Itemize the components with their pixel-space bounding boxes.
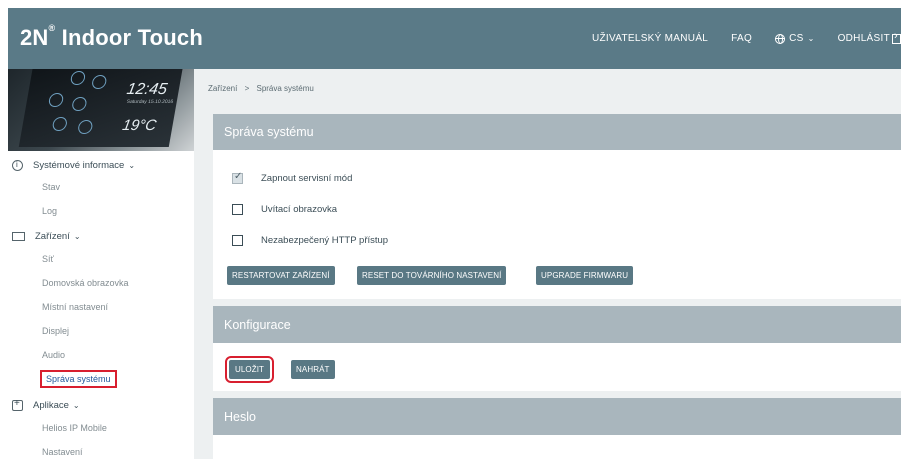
globe-icon xyxy=(775,33,786,44)
checkbox-label: Uvítací obrazovka xyxy=(261,204,338,215)
device-date: Saturday 15.10.2016 xyxy=(126,99,174,105)
device-app-icon xyxy=(51,117,69,131)
device-app-icon xyxy=(47,93,65,107)
card-title: Heslo xyxy=(224,409,256,424)
sidebar-item-system-management[interactable]: Správa systému xyxy=(40,370,117,388)
device-icon xyxy=(12,231,25,241)
sidebar-item-app-settings[interactable]: Nastavení xyxy=(42,447,83,457)
nav-user-manual[interactable]: UŽIVATELSKÝ MANUÁL xyxy=(592,33,708,44)
device-app-icon xyxy=(69,71,87,85)
password-card: Heslo xyxy=(213,398,901,459)
breadcrumb-bar: Zařízení > Správa systému xyxy=(194,69,901,109)
sidebar-group-system-info[interactable]: Systémové informace ⌄ xyxy=(12,157,135,173)
checkbox-service-mode[interactable]: Zapnout servisní mód xyxy=(232,171,353,184)
nav-user-manual-label: UŽIVATELSKÝ MANUÁL xyxy=(591,33,709,44)
nav-faq-label: FAQ xyxy=(731,33,753,44)
sidebar-item-display[interactable]: Displej xyxy=(42,326,69,336)
restart-device-button[interactable]: RESTARTOVAT ZAŘÍZENÍ xyxy=(227,266,335,285)
system-management-card: Správa systému Zapnout servisní mód Uvít… xyxy=(213,114,901,299)
top-nav: UŽIVATELSKÝ MANUÁL FAQ CS ⌄ ODHLÁSIT xyxy=(592,8,901,69)
logo-registered-mark: ® xyxy=(48,22,56,33)
device-time: 12:45 xyxy=(125,81,169,98)
chevron-down-icon: ⌄ xyxy=(72,400,80,410)
sidebar-item-local-settings[interactable]: Místní nastavení xyxy=(42,302,108,312)
sidebar-item-stav[interactable]: Stav xyxy=(42,182,60,192)
sidebar-item-audio[interactable]: Audio xyxy=(42,350,65,360)
card-header: Konfigurace xyxy=(213,306,901,343)
device-temperature: 19°C xyxy=(121,117,158,134)
sidebar-group-label: Systémové informace xyxy=(33,159,125,171)
sidebar-group-label: Aplikace xyxy=(33,399,69,411)
checkbox-label: Zapnout servisní mód xyxy=(261,173,353,184)
device-app-icon xyxy=(90,75,108,89)
logo-product-name: Indoor Touch xyxy=(55,25,203,50)
sidebar-item-helios-ip-mobile[interactable]: Helios IP Mobile xyxy=(42,423,107,433)
nav-faq[interactable]: FAQ xyxy=(731,33,752,44)
logo-brand: 2N xyxy=(20,25,49,50)
chevron-down-icon: ⌄ xyxy=(807,34,815,43)
nav-logout[interactable]: ODHLÁSIT xyxy=(837,30,901,44)
upgrade-firmware-button[interactable]: UPGRADE FIRMWARU xyxy=(536,266,634,285)
language-selector[interactable]: CS ⌄ xyxy=(775,33,815,44)
device-preview-image: 12:45 Saturday 15.10.2016 19°C xyxy=(8,69,194,151)
sidebar-item-network[interactable]: Síť xyxy=(42,254,54,264)
device-app-icon xyxy=(71,97,88,111)
info-icon xyxy=(12,159,23,171)
app-logo[interactable]: 2N® Indoor Touch xyxy=(20,22,203,51)
checkbox-welcome-screen[interactable]: Uvítací obrazovka xyxy=(232,204,337,215)
configuration-card: Konfigurace ULOŽIT NAHRÁT xyxy=(213,306,901,391)
checkbox-label: Nezabezpečený HTTP přístup xyxy=(261,235,389,246)
sidebar-group-applications[interactable]: Aplikace ⌄ xyxy=(12,397,80,413)
sidebar-group-label: Zařízení xyxy=(35,230,70,242)
checkbox[interactable] xyxy=(232,204,243,215)
checkbox-unsecured-http[interactable]: Nezabezpečený HTTP přístup xyxy=(232,235,388,246)
sidebar: 12:45 Saturday 15.10.2016 19°C Systémové… xyxy=(8,69,194,459)
device-app-icon xyxy=(77,120,94,134)
breadcrumb-current: Správa systému xyxy=(256,84,314,93)
device-screen: 12:45 Saturday 15.10.2016 19°C xyxy=(18,69,184,147)
sidebar-item-home-screen[interactable]: Domovská obrazovka xyxy=(42,278,129,288)
checkbox-checked[interactable] xyxy=(232,171,243,184)
upload-button[interactable]: NAHRÁT xyxy=(291,360,335,379)
logout-icon xyxy=(892,30,901,44)
nav-logout-label: ODHLÁSIT xyxy=(837,33,890,44)
card-header: Správa systému xyxy=(213,114,901,150)
chevron-down-icon: ⌄ xyxy=(128,160,136,170)
app-icon xyxy=(12,398,23,411)
breadcrumb-parent[interactable]: Zařízení xyxy=(208,84,237,93)
breadcrumb-separator: > xyxy=(244,84,250,93)
save-button[interactable]: ULOŽIT xyxy=(224,356,275,383)
breadcrumb: Zařízení > Správa systému xyxy=(208,84,314,93)
sidebar-item-log[interactable]: Log xyxy=(42,206,57,216)
language-code: CS xyxy=(789,33,804,44)
checkbox[interactable] xyxy=(232,235,243,246)
chevron-down-icon: ⌄ xyxy=(73,231,81,241)
factory-reset-button[interactable]: RESET DO TOVÁRNÍHO NASTAVENÍ xyxy=(357,266,507,285)
app-header: 2N® Indoor Touch UŽIVATELSKÝ MANUÁL FAQ … xyxy=(8,8,901,69)
card-header: Heslo xyxy=(213,398,901,435)
card-title: Konfigurace xyxy=(224,317,291,332)
card-title: Správa systému xyxy=(224,125,314,139)
sidebar-group-device[interactable]: Zařízení ⌄ xyxy=(12,228,81,244)
